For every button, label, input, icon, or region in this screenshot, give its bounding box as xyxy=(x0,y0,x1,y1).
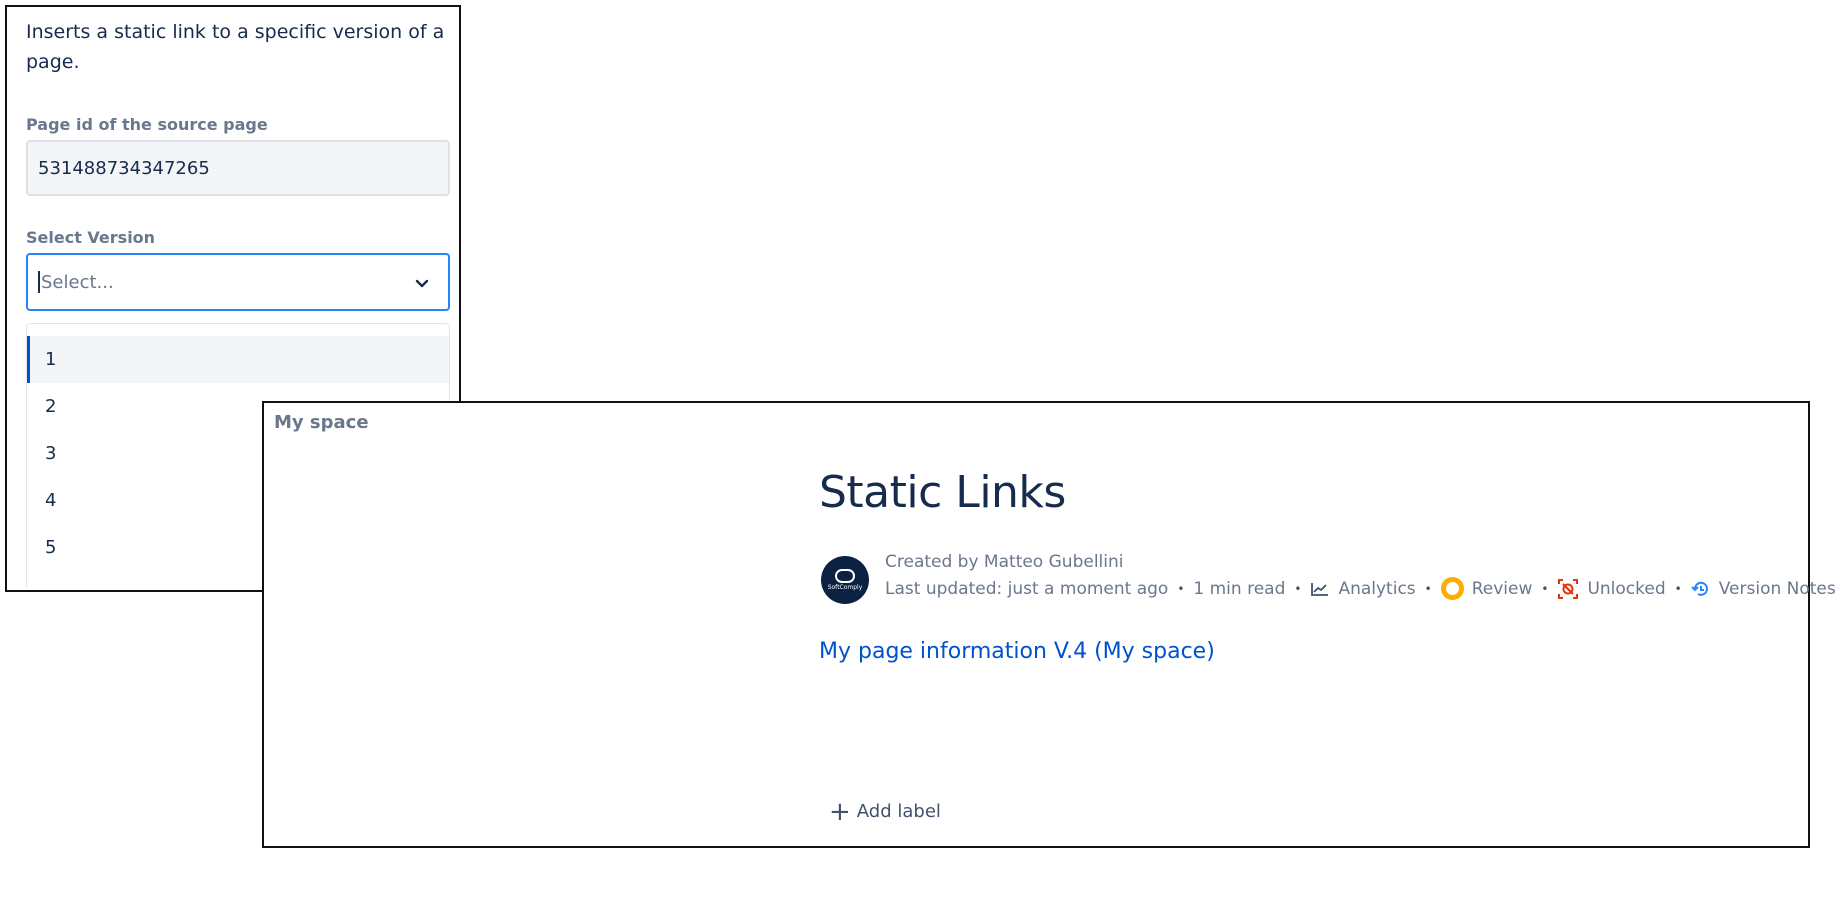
page-id-label: Page id of the source page xyxy=(26,115,268,134)
avatar-text: SoftComply xyxy=(827,584,863,591)
page-meta-row: Last updated: just a moment ago • 1 min … xyxy=(885,577,1836,600)
version-notes-button[interactable]: Version Notes xyxy=(1691,579,1836,599)
review-label: Review xyxy=(1471,578,1533,599)
last-updated: Last updated: just a moment ago xyxy=(885,578,1169,599)
select-version-label: Select Version xyxy=(26,228,156,247)
confluence-page: My space Static Links SoftComply Created… xyxy=(262,401,1836,848)
meta-separator: • xyxy=(1674,581,1682,596)
read-time: 1 min read xyxy=(1193,578,1286,599)
macro-description: Inserts a static link to a specific vers… xyxy=(26,21,445,73)
avatar-logo-icon xyxy=(835,569,855,583)
meta-separator: • xyxy=(1294,581,1302,596)
version-select[interactable]: Select... xyxy=(26,253,450,311)
version-select-placeholder: Select... xyxy=(41,271,114,293)
version-history-icon xyxy=(1691,581,1708,596)
add-label-text: Add label xyxy=(856,801,941,822)
chevron-down-icon[interactable] xyxy=(412,273,432,293)
unlocked-label: Unlocked xyxy=(1587,578,1666,599)
version-option-1[interactable]: 1 xyxy=(27,336,449,383)
static-version-link[interactable]: My page information V.4 (My space) xyxy=(819,639,1215,664)
page-title: Static Links xyxy=(819,467,1066,518)
text-cursor xyxy=(38,271,40,293)
screenshot-root: Inserts a static link to a specific vers… xyxy=(0,0,1840,900)
meta-separator: • xyxy=(1541,581,1549,596)
avatar[interactable]: SoftComply xyxy=(821,556,869,604)
meta-separator: • xyxy=(1424,581,1432,596)
add-label-button[interactable]: + Add label xyxy=(829,796,941,827)
meta-separator: • xyxy=(1177,581,1185,596)
analytics-icon xyxy=(1311,582,1329,596)
analytics-button[interactable]: Analytics xyxy=(1310,578,1416,599)
review-button[interactable]: Review xyxy=(1440,577,1533,600)
page-byline: Created by Matteo Gubellini xyxy=(885,552,1124,572)
unlocked-icon xyxy=(1558,578,1579,599)
plus-icon: + xyxy=(829,796,851,827)
analytics-label: Analytics xyxy=(1338,578,1416,599)
space-name-link[interactable]: My space xyxy=(274,412,369,433)
review-status-icon xyxy=(1440,577,1464,600)
page-id-input[interactable] xyxy=(26,140,450,196)
version-notes-label: Version Notes xyxy=(1718,578,1836,599)
unlocked-button[interactable]: Unlocked xyxy=(1557,578,1666,600)
